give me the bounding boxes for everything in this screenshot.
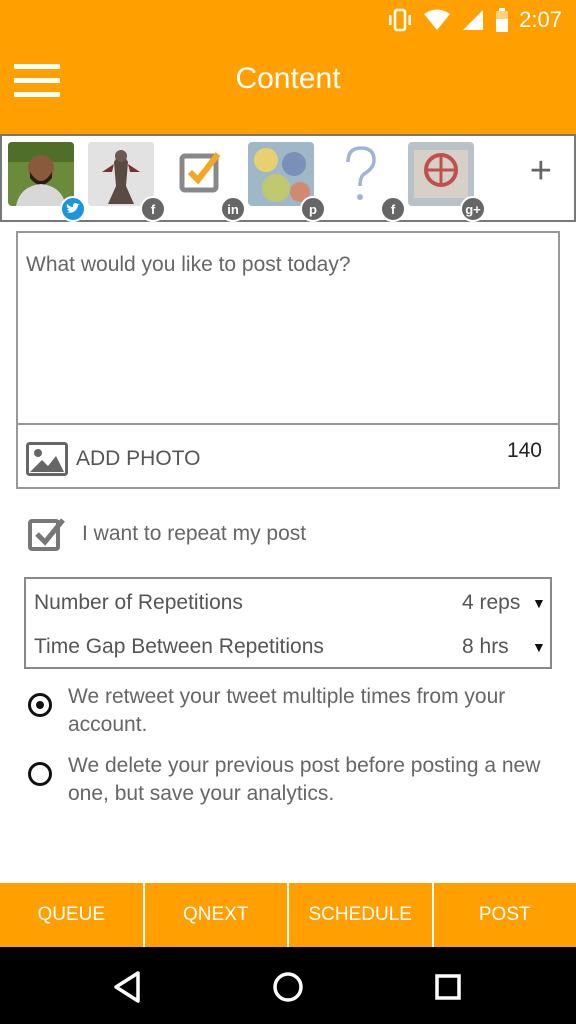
radio-delete-repost-label: We delete your previous post before post… — [68, 754, 541, 805]
post-text-input[interactable] — [18, 233, 558, 425]
pinterest-icon: p — [300, 196, 326, 222]
account-selector: f in p f g+ + — [0, 134, 576, 222]
repetition-settings: Number of Repetitions 4 reps ▼ Time Gap … — [24, 577, 552, 669]
dropdown-arrow-icon: ▼ — [532, 595, 546, 611]
radio-unselected-icon — [28, 762, 52, 786]
time-gap-label: Time Gap Between Repetitions — [34, 635, 324, 658]
status-bar: 2:07 — [0, 0, 576, 40]
twitter-icon — [60, 196, 86, 222]
google-plus-icon: g+ — [460, 196, 486, 222]
repetitions-count-value: 4 reps — [462, 591, 521, 614]
linkedin-icon: in — [220, 196, 246, 222]
avatar — [168, 142, 234, 206]
radio-delete-repost[interactable]: We delete your previous post before post… — [28, 752, 548, 808]
page-title: Content — [235, 62, 341, 95]
avatar — [88, 142, 154, 206]
facebook-icon: f — [380, 196, 406, 222]
schedule-button[interactable]: SCHEDULE — [289, 883, 434, 947]
time-gap-value: 8 hrs — [462, 635, 509, 658]
radio-selected-icon — [28, 693, 52, 717]
avatar — [248, 142, 314, 206]
post-button[interactable]: POST — [434, 883, 576, 947]
add-photo-button[interactable]: ADD PHOTO — [26, 439, 200, 479]
avatar — [408, 142, 474, 206]
back-icon[interactable] — [108, 967, 148, 1007]
checkbox-checked-icon — [28, 518, 65, 551]
qnext-button[interactable]: QNEXT — [145, 883, 289, 947]
account-avatar-facebook[interactable]: f — [88, 142, 166, 222]
add-account-button[interactable]: + — [530, 150, 552, 193]
account-avatar-twitter[interactable] — [8, 142, 86, 222]
queue-button[interactable]: QUEUE — [0, 883, 145, 947]
repeat-post-checkbox[interactable]: I want to repeat my post — [28, 514, 306, 554]
character-counter: 140 — [506, 439, 542, 462]
radio-retweet[interactable]: We retweet your tweet multiple times fro… — [28, 683, 548, 739]
bottom-action-bar: QUEUE QNEXT SCHEDULE POST — [0, 883, 576, 947]
repetitions-count-label: Number of Repetitions — [34, 591, 243, 614]
wifi-icon — [424, 9, 451, 30]
account-avatar-google-plus[interactable]: g+ — [408, 142, 486, 222]
time-gap-select[interactable]: Time Gap Between Repetitions 8 hrs ▼ — [34, 627, 546, 667]
add-photo-label: ADD PHOTO — [76, 447, 201, 470]
post-composer: ADD PHOTO 140 — [16, 231, 560, 489]
cell-signal-icon — [463, 10, 484, 30]
dropdown-arrow-icon: ▼ — [532, 639, 546, 655]
question-mark-icon — [328, 142, 394, 206]
vibrate-icon — [389, 8, 412, 32]
system-nav-bar — [0, 947, 576, 1024]
repeat-post-label: I want to repeat my post — [82, 522, 307, 545]
recent-apps-icon[interactable] — [428, 967, 468, 1007]
account-avatar-pinterest[interactable]: p — [248, 142, 326, 222]
avatar — [8, 142, 74, 206]
image-icon — [26, 442, 68, 476]
status-time: 2:07 — [519, 7, 562, 32]
home-icon[interactable] — [268, 967, 308, 1007]
radio-retweet-label: We retweet your tweet multiple times fro… — [68, 685, 506, 736]
account-avatar-facebook-2[interactable]: f — [328, 142, 406, 222]
battery-icon — [496, 8, 509, 32]
app-bar: Content — [0, 40, 576, 134]
account-avatar-linkedin[interactable]: in — [168, 142, 246, 222]
repetitions-count-select[interactable]: Number of Repetitions 4 reps ▼ — [34, 583, 546, 623]
facebook-icon: f — [140, 196, 166, 222]
status-icons: 2:07 — [387, 6, 562, 34]
